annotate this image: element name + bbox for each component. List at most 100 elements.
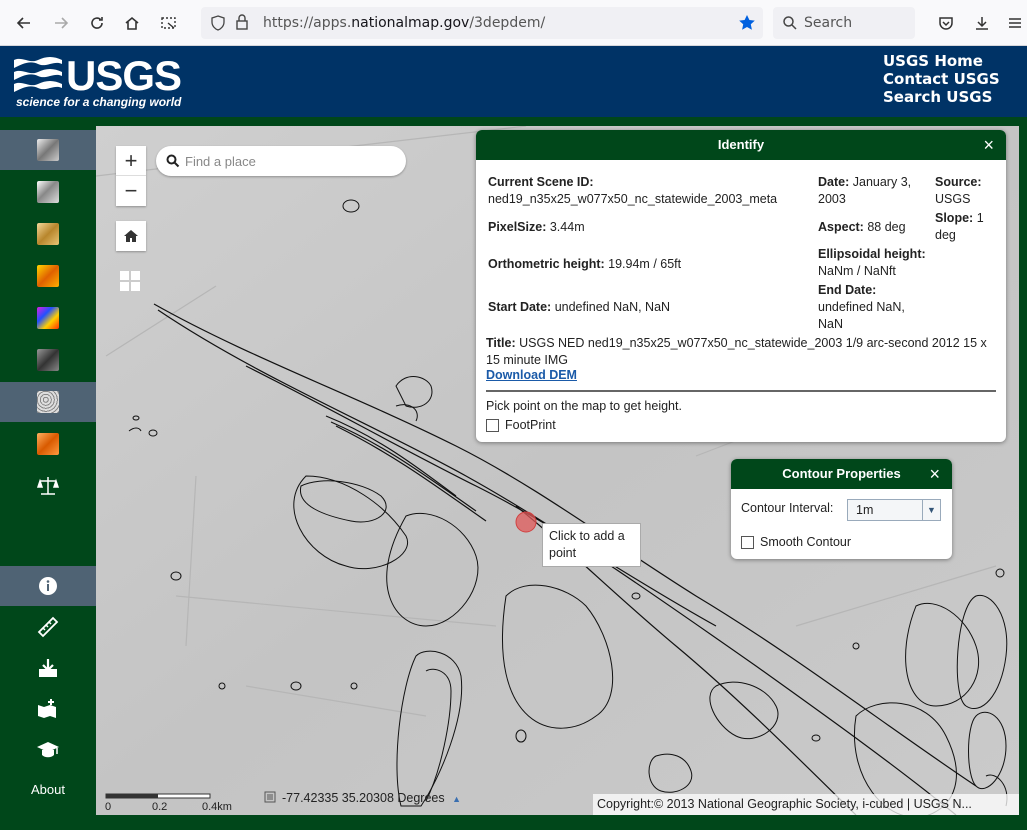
url-text[interactable]: https://apps.nationalmap.gov/3depdem/ — [263, 15, 545, 31]
sidebar-item-education[interactable] — [0, 730, 96, 770]
add-map-icon — [38, 699, 56, 718]
pocket-icon[interactable] — [934, 11, 958, 35]
balance-icon — [37, 477, 59, 495]
contour-header: Contour Properties × — [731, 459, 952, 489]
scale-label-1: 0.2 — [152, 801, 168, 813]
identify-header: Identify × — [476, 130, 1006, 160]
pixel-size-field: PixelSize: 3.44m — [488, 220, 585, 234]
basemap-gallery-button[interactable] — [120, 271, 142, 293]
map-view[interactable]: + − Find a place Identify × Current Scen… — [96, 126, 1019, 815]
sidebar-item-tinted-hillshade[interactable] — [0, 214, 96, 254]
browser-search-placeholder: Search — [804, 15, 853, 31]
find-place-placeholder: Find a place — [185, 154, 256, 169]
scale-label-0: 0 — [105, 801, 112, 813]
grid-icon — [120, 271, 140, 291]
sidebar-item-compare[interactable] — [0, 466, 96, 506]
contour-title: Contour Properties — [782, 466, 901, 481]
sidebar-item-slope[interactable] — [0, 340, 96, 380]
scale-bar: 0 0.2 0.4km — [104, 792, 240, 815]
usgs-wave-icon — [14, 57, 62, 92]
url-bar[interactable]: https://apps.nationalmap.gov/3depdem/ — [201, 7, 763, 39]
logo-text: USGS — [66, 52, 182, 99]
download-icon — [39, 659, 57, 677]
sidebar: About — [0, 126, 96, 815]
identify-divider — [486, 390, 996, 392]
caret-up-icon[interactable]: ▲ — [452, 794, 461, 804]
identify-panel: Identify × Current Scene ID: ned19_n35x25… — [476, 130, 1006, 442]
coordinates-readout[interactable]: -77.42335 35.20308 Degrees ▲ — [264, 791, 461, 805]
find-place-input[interactable]: Find a place — [156, 146, 406, 176]
ruler-icon — [37, 616, 59, 638]
hillshade-icon — [37, 139, 59, 161]
header-divider — [0, 117, 1027, 126]
footprint-toggle[interactable]: FootPrint — [486, 418, 556, 432]
sidebar-item-measure[interactable] — [0, 607, 96, 647]
slope-icon — [37, 349, 59, 371]
start-date-field: Start Date: undefined NaN, NaN — [488, 300, 671, 314]
sidebar-item-hillshade[interactable] — [0, 130, 96, 170]
smooth-contour-checkbox[interactable] — [741, 535, 754, 549]
home-icon — [124, 230, 138, 242]
about-link[interactable]: About — [0, 782, 96, 797]
sidebar-item-add-map[interactable] — [0, 689, 96, 729]
coordinate-system-icon[interactable] — [264, 791, 276, 803]
search-icon — [166, 154, 180, 168]
sidebar-item-slope-tinted[interactable] — [0, 424, 96, 464]
scale-label-2: 0.4km — [202, 801, 232, 813]
aspect-field: Aspect: 88 deg — [818, 220, 906, 234]
right-frame — [1019, 117, 1027, 830]
end-date-field: End Date: undefined NaN, NaN — [818, 283, 905, 331]
slope-tinted-icon — [37, 433, 59, 455]
home-page-icon[interactable] — [120, 11, 144, 35]
elevation-tinted-icon — [37, 265, 59, 287]
sidebar-item-contour[interactable] — [0, 382, 96, 422]
sidebar-item-elevation-tinted[interactable] — [0, 256, 96, 296]
zoom-out-button[interactable]: − — [116, 176, 146, 206]
ellipsoidal-height-field: Ellipsoidal height: NaNm / NaNft — [818, 247, 926, 278]
back-icon[interactable] — [12, 11, 36, 35]
zoom-in-button[interactable]: + — [116, 146, 146, 176]
education-icon — [37, 742, 59, 758]
footprint-checkbox[interactable] — [486, 418, 499, 432]
contour-interval-value: 1m — [856, 503, 874, 517]
sidebar-item-download[interactable] — [0, 648, 96, 688]
orthometric-height-field: Orthometric height: 19.94m / 65ft — [488, 257, 682, 271]
aspect-icon — [37, 307, 59, 329]
smooth-contour-label: Smooth Contour — [760, 535, 852, 549]
lock-icon[interactable] — [235, 14, 249, 31]
close-icon[interactable]: × — [983, 130, 994, 160]
click-to-add-point-tooltip: Click to add a point — [542, 523, 641, 567]
menu-icon[interactable] — [1003, 11, 1027, 35]
sidebar-item-multidirectional-hillshade[interactable] — [0, 172, 96, 212]
sidebar-item-identify[interactable] — [0, 566, 96, 606]
home-extent-button[interactable] — [116, 221, 146, 251]
title-field: Title: USGS NED ned19_n35x25_w077x50_nc_… — [486, 336, 987, 367]
downloads-icon[interactable] — [970, 11, 994, 35]
info-icon — [39, 577, 57, 595]
chevron-down-icon[interactable]: ▼ — [922, 500, 940, 520]
close-icon[interactable]: × — [929, 459, 940, 489]
tinted-hillshade-icon — [37, 223, 59, 245]
sidebar-item-aspect[interactable] — [0, 298, 96, 338]
forward-icon[interactable] — [49, 11, 73, 35]
screenshot-icon[interactable] — [157, 11, 181, 35]
search-usgs-link[interactable]: Search USGS — [883, 88, 1000, 106]
zoom-control: + − — [116, 146, 146, 206]
search-icon — [783, 16, 797, 30]
shield-icon[interactable] — [210, 15, 226, 31]
selected-point-marker[interactable] — [515, 511, 537, 533]
multidirectional-hillshade-icon — [37, 181, 59, 203]
contact-usgs-link[interactable]: Contact USGS — [883, 70, 1000, 88]
usgs-home-link[interactable]: USGS Home — [883, 52, 1000, 70]
browser-toolbar: https://apps.nationalmap.gov/3depdem/ Se… — [0, 0, 1027, 46]
bottom-frame — [0, 815, 1027, 830]
reload-icon[interactable] — [85, 11, 109, 35]
coordinates-text: -77.42335 35.20308 Degrees — [282, 791, 445, 805]
browser-search-field[interactable]: Search — [773, 7, 915, 39]
bookmark-star-icon[interactable] — [738, 14, 756, 32]
contour-interval-select[interactable]: 1m ▼ — [847, 499, 941, 521]
contour-properties-panel: Contour Properties × Contour Interval: 1… — [731, 459, 952, 559]
usgs-logo[interactable]: USGS science for a changing world — [14, 52, 184, 110]
smooth-contour-toggle[interactable]: Smooth Contour — [741, 535, 851, 549]
download-dem-link[interactable]: Download DEM — [486, 368, 577, 382]
